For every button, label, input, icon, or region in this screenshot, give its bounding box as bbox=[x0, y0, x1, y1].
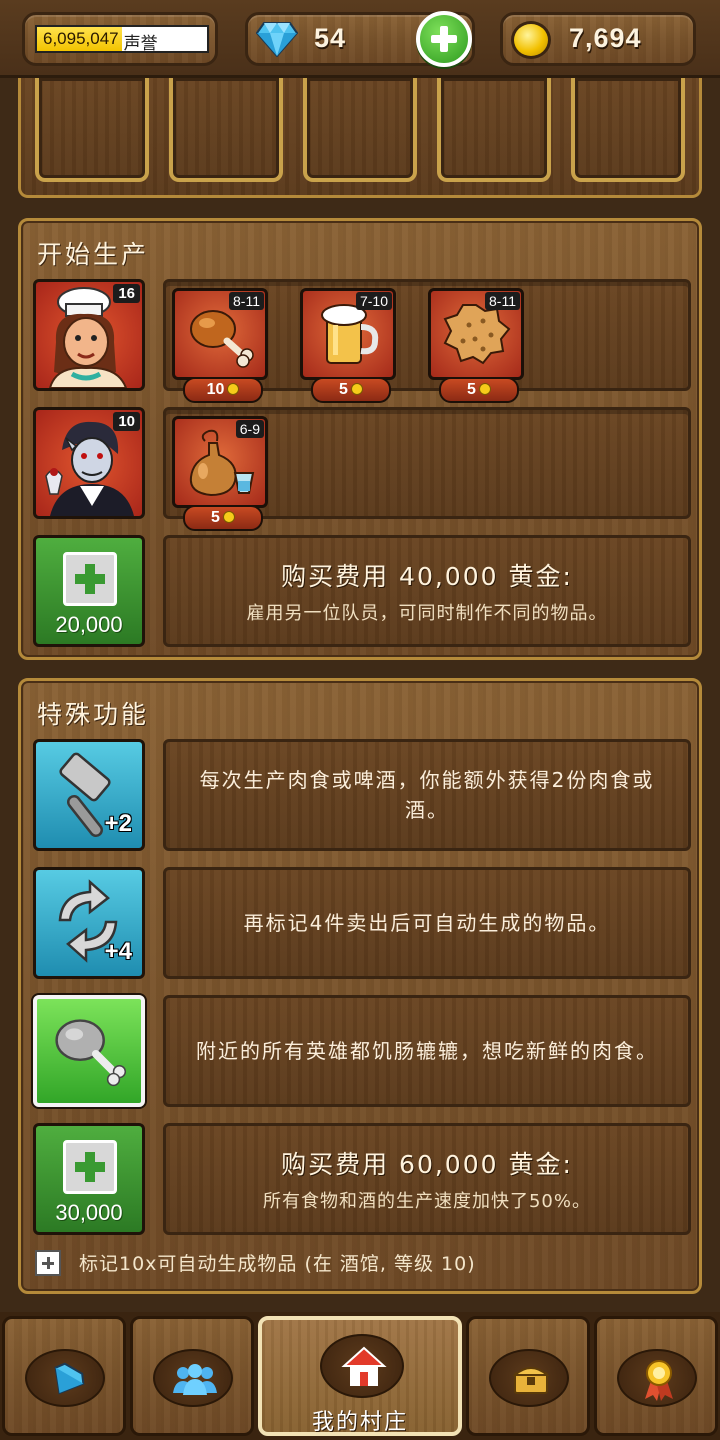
hire-description: 购买费用 40,000 黄金: 雇用另一位队员，可同时制作不同的物品。 bbox=[163, 535, 691, 647]
product-wine-flask[interactable]: 6-9 5 bbox=[172, 416, 268, 531]
storage-slot[interactable] bbox=[35, 78, 149, 182]
vampire-level-badge: 10 bbox=[113, 412, 140, 431]
storage-slot[interactable] bbox=[437, 78, 551, 182]
plus-icon bbox=[63, 1140, 117, 1194]
feature-extra-yield[interactable]: +2 bbox=[33, 739, 145, 851]
hire-worker-button[interactable]: 20,000 bbox=[33, 535, 145, 647]
feature-text: 每次生产肉食或啤酒，你能额外获得2份肉食或酒。 bbox=[199, 768, 655, 822]
meat-icon bbox=[55, 1019, 127, 1087]
product-range: 8-11 bbox=[229, 292, 264, 310]
nav-achievements[interactable] bbox=[594, 1316, 718, 1436]
hire-subtitle: 雇用另一位队员，可同时制作不同的物品。 bbox=[246, 603, 608, 624]
feature-bonus: +2 bbox=[104, 810, 132, 837]
add-gems-button[interactable] bbox=[416, 11, 472, 67]
product-cookie[interactable]: 8-11 5 bbox=[428, 288, 524, 403]
storage-slot[interactable] bbox=[169, 78, 283, 182]
feature-bonus: +4 bbox=[104, 938, 132, 965]
reputation-counter: 6,095,047 声誉 bbox=[22, 12, 218, 66]
gold-coin-icon bbox=[511, 21, 551, 59]
nav-shop[interactable] bbox=[2, 1316, 126, 1436]
gold-counter: 7,694 bbox=[500, 12, 696, 66]
special-title: 特殊功能 bbox=[37, 700, 150, 729]
house-icon bbox=[341, 1346, 387, 1386]
chef-shelf: 8-11 10 7-10 5 8-11 5 bbox=[163, 279, 691, 403]
price-value: 5 bbox=[211, 509, 220, 526]
reputation-value: 6,095,047 bbox=[37, 27, 122, 51]
users-icon bbox=[173, 1364, 217, 1395]
vampire-shelf: 6-9 5 bbox=[163, 407, 691, 531]
nav-oval bbox=[320, 1334, 404, 1398]
upgrade-price: 30,000 bbox=[55, 1200, 123, 1225]
upgrade-speed-button[interactable]: 30,000 bbox=[33, 1123, 145, 1235]
nav-heroes[interactable] bbox=[130, 1316, 254, 1436]
price-value: 5 bbox=[467, 381, 476, 398]
bottom-nav: 我的村庄 bbox=[0, 1312, 720, 1440]
nav-my-village[interactable]: 我的村庄 bbox=[258, 1316, 462, 1436]
feature-text: 附近的所有英雄都饥肠辘辘，想吃新鲜的肉食。 bbox=[196, 1039, 658, 1063]
product-price: 5 bbox=[183, 505, 263, 531]
coin-icon bbox=[350, 383, 363, 395]
gems-counter: 54 bbox=[245, 11, 475, 67]
storage-slot[interactable] bbox=[571, 78, 685, 182]
coin-icon bbox=[222, 511, 235, 523]
top-bar: 6,095,047 声誉 54 7,694 bbox=[0, 0, 720, 78]
upgrade-subtitle: 所有食物和酒的生产速度加快了50%。 bbox=[262, 1191, 591, 1212]
footnote-text: 标记10x可自动生成物品 (在 酒馆, 等级 10) bbox=[79, 1253, 476, 1275]
feature-auto-restock-desc: 再标记4件卖出后可自动生成的物品。 bbox=[163, 867, 691, 979]
upgrade-description: 购买费用 60,000 黄金: 所有食物和酒的生产速度加快了50%。 bbox=[163, 1123, 691, 1235]
medal-icon bbox=[645, 1360, 673, 1401]
gold-value: 7,694 bbox=[569, 23, 642, 53]
feature-hungry-heroes-desc: 附近的所有英雄都饥肠辘辘，想吃新鲜的肉食。 bbox=[163, 995, 691, 1107]
coin-icon bbox=[227, 383, 240, 395]
diamond-icon bbox=[256, 21, 298, 57]
nav-oval bbox=[489, 1349, 569, 1407]
nav-oval bbox=[25, 1349, 105, 1407]
production-title: 开始生产 bbox=[37, 240, 150, 269]
price-value: 5 bbox=[339, 381, 348, 398]
production-panel: 开始生产 16 8-11 10 7-10 5 8-11 5 10 6-9 5 2… bbox=[18, 218, 702, 660]
feature-extra-yield-desc: 每次生产肉食或啤酒，你能额外获得2份肉食或酒。 bbox=[163, 739, 691, 851]
product-range: 6-9 bbox=[235, 420, 264, 438]
upgrade-title: 购买费用 60,000 黄金: bbox=[281, 1150, 573, 1179]
plus-box-icon bbox=[35, 1249, 61, 1276]
feature-auto-restock[interactable]: +4 bbox=[33, 867, 145, 979]
special-panel: 特殊功能 +2 每次生产肉食或啤酒，你能额外获得2份肉食或酒。 +4 再标记4件… bbox=[18, 678, 702, 1294]
plus-icon bbox=[63, 552, 117, 606]
product-price: 5 bbox=[311, 377, 391, 403]
product-price: 5 bbox=[439, 377, 519, 403]
vampire-portrait[interactable]: 10 bbox=[33, 407, 145, 519]
footnote: 标记10x可自动生成物品 (在 酒馆, 等级 10) bbox=[35, 1249, 476, 1276]
nav-oval bbox=[153, 1349, 233, 1407]
hire-title: 购买费用 40,000 黄金: bbox=[281, 562, 573, 591]
nav-oval bbox=[617, 1349, 697, 1407]
treasure-chest-icon bbox=[512, 1367, 550, 1394]
feature-text: 再标记4件卖出后可自动生成的物品。 bbox=[243, 911, 611, 935]
storage-slot[interactable] bbox=[303, 78, 417, 182]
nav-treasure[interactable] bbox=[466, 1316, 590, 1436]
product-range: 8-11 bbox=[485, 292, 520, 310]
storage-panel bbox=[18, 78, 702, 198]
chef-level-badge: 16 bbox=[113, 284, 140, 303]
product-range: 7-10 bbox=[355, 292, 392, 310]
product-price: 10 bbox=[183, 377, 263, 403]
gems-value: 54 bbox=[314, 23, 347, 53]
diamond-icon bbox=[54, 1362, 85, 1395]
product-roast-meat[interactable]: 8-11 10 bbox=[172, 288, 268, 403]
reputation-label: 声誉 bbox=[123, 34, 158, 54]
hire-price: 20,000 bbox=[55, 612, 123, 637]
coin-icon bbox=[478, 383, 491, 395]
price-value: 10 bbox=[206, 381, 225, 398]
nav-village-label: 我的村庄 bbox=[311, 1410, 408, 1435]
feature-hungry-heroes[interactable] bbox=[33, 995, 145, 1107]
chef-portrait[interactable]: 16 bbox=[33, 279, 145, 391]
product-beer[interactable]: 7-10 5 bbox=[300, 288, 396, 403]
